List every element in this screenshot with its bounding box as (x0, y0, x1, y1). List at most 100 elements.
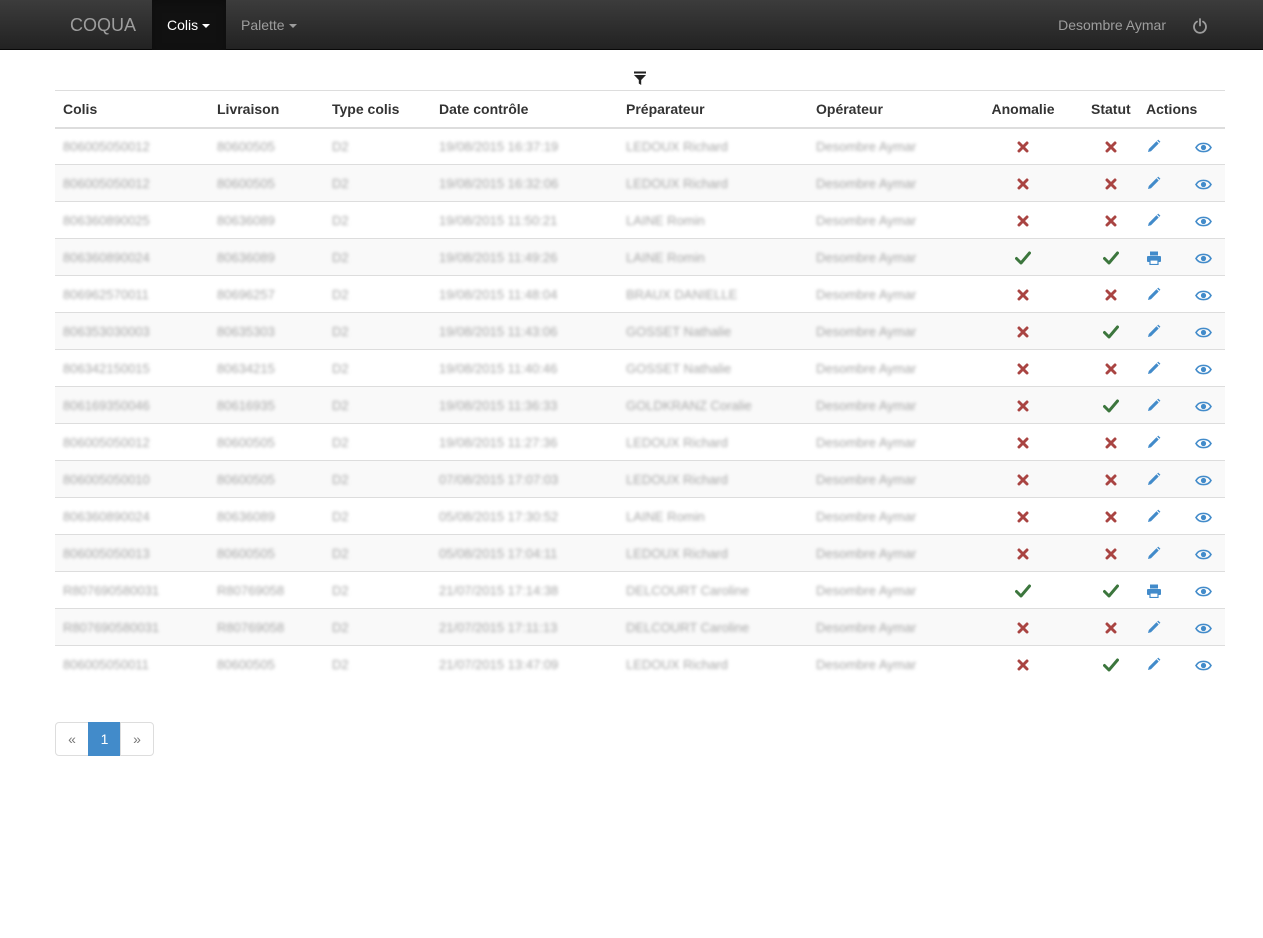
pagination-page[interactable]: 1 (88, 722, 121, 756)
cell-operateur: Desombre Aymar (808, 349, 963, 387)
eye-icon[interactable] (1195, 289, 1212, 302)
cell-statut (1083, 497, 1138, 535)
col-header-colis[interactable]: Colis (55, 90, 209, 129)
type-colis-value: D2 (332, 545, 349, 561)
eye-icon[interactable] (1195, 141, 1212, 154)
date-controle-value: 21/07/2015 17:11:13 (439, 619, 558, 635)
cell-action-view (1182, 349, 1225, 387)
cell-colis: 806169350046 (55, 386, 209, 424)
cell-anomalie (963, 497, 1083, 535)
cell-date-controle: 07/08/2015 17:07:03 (431, 460, 618, 498)
pagination-prev[interactable]: « (55, 722, 89, 756)
brand-logo[interactable]: COQUA (70, 0, 136, 50)
eye-icon[interactable] (1195, 474, 1212, 487)
check-icon (1102, 658, 1119, 672)
cell-anomalie (963, 460, 1083, 498)
edit-icon[interactable] (1146, 139, 1161, 154)
col-header-actions: Actions (1138, 90, 1225, 129)
eye-icon[interactable] (1195, 622, 1212, 635)
cell-action-primary (1138, 164, 1182, 202)
cell-action-primary (1138, 497, 1182, 535)
cross-icon (1105, 548, 1117, 560)
cross-icon (1105, 437, 1117, 449)
cross-icon (1017, 400, 1029, 412)
table-row: R807690580031 R80769058 D2 21/07/2015 17:11… (55, 608, 1225, 646)
cell-colis: 806342150015 (55, 349, 209, 387)
eye-icon[interactable] (1195, 400, 1212, 413)
cell-date-controle: 19/08/2015 11:27:36 (431, 423, 618, 461)
cell-colis: 806353030003 (55, 312, 209, 350)
cross-icon (1105, 511, 1117, 523)
edit-icon[interactable] (1146, 361, 1161, 376)
col-header-type-colis[interactable]: Type colis (324, 90, 431, 129)
print-icon[interactable] (1146, 251, 1162, 265)
edit-icon[interactable] (1146, 176, 1161, 191)
cell-statut (1083, 238, 1138, 276)
pagination-next[interactable]: » (120, 722, 154, 756)
eye-icon[interactable] (1195, 437, 1212, 450)
edit-icon[interactable] (1146, 287, 1161, 302)
edit-icon[interactable] (1146, 435, 1161, 450)
cell-action-view (1182, 201, 1225, 239)
edit-icon[interactable] (1146, 657, 1161, 672)
livraison-value: 80634215 (217, 360, 275, 376)
col-header-statut[interactable]: Statut (1083, 90, 1138, 129)
cell-action-view (1182, 497, 1225, 535)
eye-icon[interactable] (1195, 659, 1212, 672)
col-header-preparateur[interactable]: Préparateur (618, 90, 808, 129)
operateur-value: Desombre Aymar (816, 138, 917, 154)
edit-icon[interactable] (1146, 324, 1161, 339)
col-header-date-controle[interactable]: Date contrôle (431, 90, 618, 129)
preparateur-value: LEDOUX Richard (626, 656, 728, 672)
filter-icon[interactable] (633, 71, 647, 86)
edit-icon[interactable] (1146, 398, 1161, 413)
cell-statut (1083, 201, 1138, 239)
edit-icon[interactable] (1146, 509, 1161, 524)
menu-palette[interactable]: Palette (226, 0, 314, 50)
col-header-anomalie[interactable]: Anomalie (963, 90, 1083, 129)
cell-action-view (1182, 534, 1225, 572)
eye-icon[interactable] (1195, 363, 1212, 376)
preparateur-value: BRAUX DANIELLE (626, 286, 738, 302)
eye-icon[interactable] (1195, 326, 1212, 339)
eye-icon[interactable] (1195, 215, 1212, 228)
user-name[interactable]: Desombre Aymar (1043, 0, 1181, 50)
cell-operateur: Desombre Aymar (808, 608, 963, 646)
print-icon[interactable] (1146, 584, 1162, 598)
preparateur-value: GOLDKRANZ Coralie (626, 397, 752, 413)
cell-type-colis: D2 (324, 423, 431, 461)
cell-type-colis: D2 (324, 127, 431, 165)
type-colis-value: D2 (332, 138, 349, 154)
menu-palette-label: Palette (241, 17, 285, 33)
col-header-operateur[interactable]: Opérateur (808, 90, 963, 129)
cell-action-primary (1138, 201, 1182, 239)
cell-operateur: Desombre Aymar (808, 201, 963, 239)
eye-icon[interactable] (1195, 585, 1212, 598)
cell-action-primary (1138, 645, 1182, 683)
cell-livraison: 80636089 (209, 497, 324, 535)
col-header-livraison[interactable]: Livraison (209, 90, 324, 129)
power-icon[interactable] (1181, 0, 1219, 50)
cell-anomalie (963, 201, 1083, 239)
eye-icon[interactable] (1195, 178, 1212, 191)
type-colis-value: D2 (332, 582, 349, 598)
cell-anomalie (963, 571, 1083, 609)
edit-icon[interactable] (1146, 213, 1161, 228)
cell-date-controle: 19/08/2015 16:37:19 (431, 127, 618, 165)
eye-icon[interactable] (1195, 252, 1212, 265)
preparateur-value: LEDOUX Richard (626, 545, 728, 561)
cross-icon (1017, 548, 1029, 560)
menu-colis[interactable]: Colis (152, 0, 226, 50)
livraison-value: R80769058 (217, 582, 285, 598)
eye-icon[interactable] (1195, 548, 1212, 561)
edit-icon[interactable] (1146, 620, 1161, 635)
edit-icon[interactable] (1146, 546, 1161, 561)
cell-anomalie (963, 608, 1083, 646)
edit-icon[interactable] (1146, 472, 1161, 487)
livraison-value: 80600505 (217, 471, 275, 487)
eye-icon[interactable] (1195, 511, 1212, 524)
cross-icon (1017, 622, 1029, 634)
type-colis-value: D2 (332, 360, 349, 376)
cell-action-primary (1138, 238, 1182, 276)
cell-type-colis: D2 (324, 497, 431, 535)
